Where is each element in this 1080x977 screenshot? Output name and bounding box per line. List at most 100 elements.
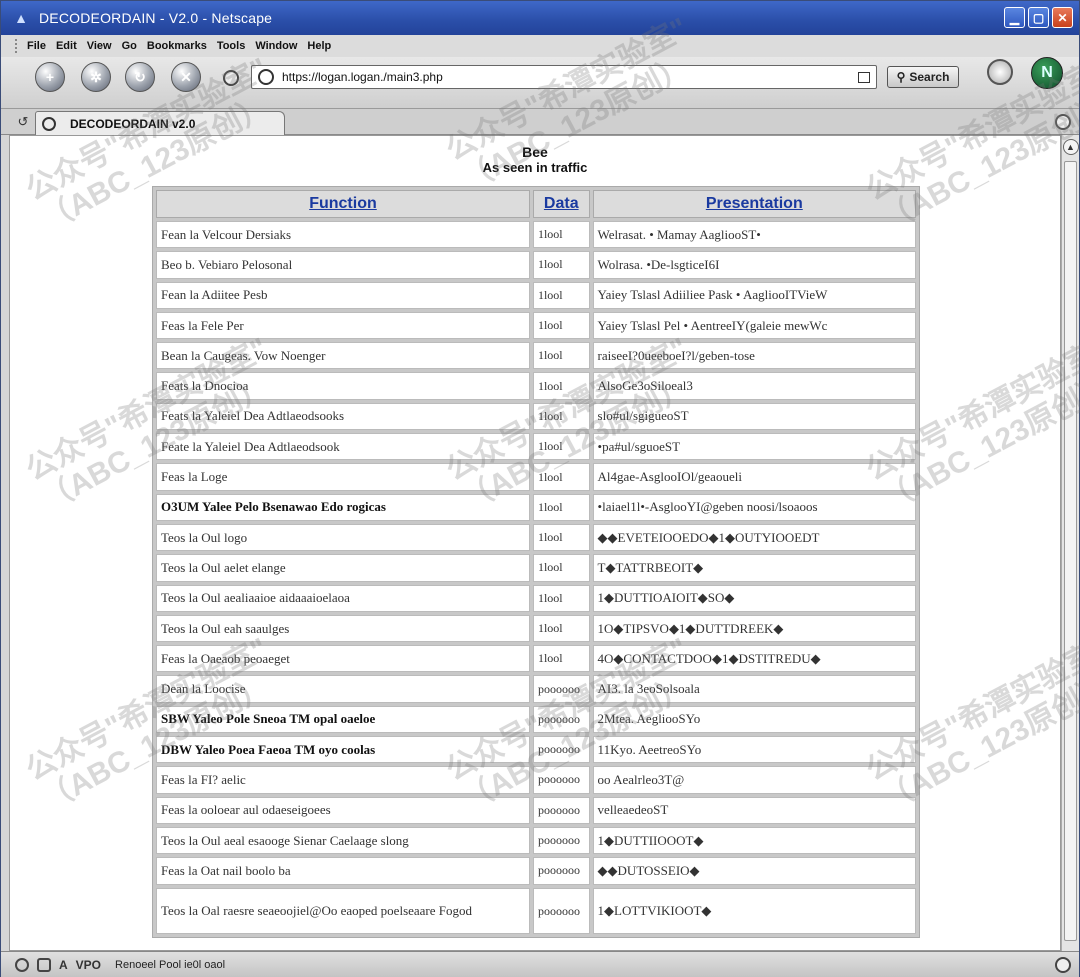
url-bar[interactable]: https://logan.logan./main3.php — [251, 65, 877, 89]
window-controls: ▁ ▢ ✕ — [1004, 7, 1073, 28]
function-cell: Feats la Dnocioa — [156, 372, 530, 400]
reload-icon[interactable]: ↻ — [125, 62, 155, 92]
presentation-cell: •laiael1l•-AsglooYI@geben noosi/lsoaoos — [592, 493, 916, 521]
presentation-cell: slo#ul/sgigueoST — [592, 402, 916, 431]
table-row: Fean la Adiitee Pesb 1lool Yaiey Tslasl Ad… — [156, 281, 916, 309]
back-icon[interactable]: + — [35, 62, 65, 92]
table-header-row: Function Data Presentation — [156, 190, 916, 218]
url-dropdown-icon[interactable] — [858, 71, 870, 83]
menu-help[interactable]: Help — [307, 40, 331, 52]
browser-window: ▲ DECODEORDAIN - V2.0 - Netscape ▁ ▢ ✕ F… — [0, 0, 1080, 977]
maximize-icon[interactable]: ▢ — [1028, 7, 1049, 28]
menu-tools[interactable]: Tools — [217, 40, 246, 52]
search-button[interactable]: ⚲ Search — [887, 66, 959, 88]
title-bar: ▲ DECODEORDAIN - V2.0 - Netscape ▁ ▢ ✕ — [1, 1, 1079, 35]
menu-bookmarks[interactable]: Bookmarks — [147, 40, 207, 52]
menu-go[interactable]: Go — [122, 40, 137, 52]
api-table: Function Data Presentation Fean la Velco… — [152, 186, 920, 938]
home-icon[interactable] — [223, 70, 239, 86]
close-icon[interactable]: ✕ — [1052, 7, 1073, 28]
presentation-cell: 1◆DUTTIIOOOT◆ — [592, 826, 916, 855]
new-tab-icon[interactable]: ↺ — [15, 114, 31, 130]
table-body: Fean la Velcour Dersiaks 1lool Welrasat. •… — [156, 221, 916, 934]
presentation-cell: 4O◆CONTACTDOO◆1◆DSTITREDU◆ — [592, 645, 916, 673]
grip-icon — [15, 39, 19, 53]
data-cell: 1lool — [532, 493, 590, 521]
data-cell: 1lool — [532, 221, 590, 249]
presentation-cell: raiseeI?0ueeboeI?l/geben-tose — [592, 342, 916, 370]
header-presentation[interactable]: Presentation — [592, 190, 916, 218]
data-cell: poooooo — [532, 887, 590, 934]
presentation-cell: 1O◆TIPSVO◆1◆DUTTDREEK◆ — [592, 614, 916, 643]
online-status-icon[interactable] — [15, 957, 29, 972]
header-function[interactable]: Function — [156, 190, 530, 218]
function-cell: Teos la Oul logo — [156, 523, 530, 552]
minimize-icon[interactable]: ▁ — [1004, 7, 1025, 28]
url-text[interactable]: https://logan.logan./main3.php — [282, 70, 858, 84]
window-title: DECODEORDAIN - V2.0 - Netscape — [39, 10, 273, 26]
address-book-icon[interactable]: VPO — [76, 958, 101, 972]
presentation-cell: Yaiey Tslasl Adiiliee Pask • AagliooITVi… — [592, 281, 916, 309]
header-data[interactable]: Data — [532, 190, 590, 218]
data-cell: 1lool — [532, 281, 590, 309]
tab-decodeordain[interactable]: DECODEORDAIN v2.0 — [35, 111, 285, 135]
data-cell: 1lool — [532, 433, 590, 461]
composer-icon[interactable]: A — [59, 958, 68, 972]
profile-icon[interactable] — [987, 59, 1013, 85]
tab-site-icon — [42, 116, 56, 131]
stop-icon[interactable]: ✕ — [171, 62, 201, 92]
menu-view[interactable]: View — [87, 40, 112, 52]
function-cell: Teos la Oal raesre seaeoojiel@Oo eaoped … — [156, 887, 530, 934]
table-row: Feas la Fele Per 1lool Yaiey Tslasl Pel • … — [156, 311, 916, 340]
function-cell: Dean la Loocise — [156, 675, 530, 703]
menu-window[interactable]: Window — [255, 40, 297, 52]
forward-icon[interactable]: ✲ — [81, 62, 111, 92]
table-row: Bean la Caugeas. Vow Noenger 1lool raiseeI… — [156, 342, 916, 370]
presentation-cell: ◆◆DUTOSSEIO◆ — [592, 857, 916, 885]
security-icon[interactable] — [1055, 957, 1071, 973]
menu-edit[interactable]: Edit — [56, 40, 77, 52]
scroll-up-icon[interactable]: ▲ — [1062, 139, 1079, 155]
presentation-cell: AI3. la 3eoSolsoala — [592, 675, 916, 703]
presentation-cell: Yaiey Tslasl Pel • AentreeIY(galeie mewW… — [592, 311, 916, 340]
navigation-toolbar: + ✲ ↻ ✕ https://logan.logan./main3.php ⚲… — [1, 57, 1079, 109]
menu-file[interactable]: File — [27, 40, 46, 52]
function-cell: Bean la Caugeas. Vow Noenger — [156, 342, 530, 370]
data-cell: poooooo — [532, 796, 590, 824]
data-cell: 1lool — [532, 372, 590, 400]
data-cell: 1lool — [532, 402, 590, 431]
data-cell: 1lool — [532, 463, 590, 491]
data-cell: poooooo — [532, 675, 590, 703]
presentation-cell: ◆◆EVETEIOOEDO◆1◆OUTYIOOEDT — [592, 523, 916, 552]
function-cell: Teos la Oul eah saaulges — [156, 614, 530, 643]
table-row: Fean la Velcour Dersiaks 1lool Welrasat. •… — [156, 221, 916, 249]
presentation-cell: 2Mtea. AegliooSYo — [592, 705, 916, 734]
table-row: Teos la Oul eah saaulges 1lool 1O◆TIPSVO◆1… — [156, 614, 916, 643]
presentation-cell: Wolrasa. •De-lsgticeI6I — [592, 251, 916, 279]
netscape-throbber-icon[interactable]: N — [1031, 57, 1063, 89]
data-cell: poooooo — [532, 736, 590, 764]
tab-close-icon[interactable] — [1055, 114, 1071, 130]
tab-label: DECODEORDAIN v2.0 — [70, 116, 196, 131]
table-row: Feate la Yaleiel Dea Adtlaeodsook 1lool •p… — [156, 433, 916, 461]
function-cell: Beo b. Vebiaro Pelosonal — [156, 251, 530, 279]
function-cell: Feas la Oaeaob peoaeget — [156, 645, 530, 673]
function-cell: Feas la Fele Per — [156, 311, 530, 340]
data-cell: 1lool — [532, 554, 590, 582]
mail-icon[interactable] — [37, 957, 51, 972]
function-cell: Feas la FI? aelic — [156, 766, 530, 794]
function-cell: Feas la Loge — [156, 463, 530, 491]
scroll-thumb[interactable] — [1064, 161, 1077, 941]
table-row: Feas la FI? aelic poooooo oo Aealrleo3T@ — [156, 766, 916, 794]
data-cell: 1lool — [532, 251, 590, 279]
table-row: Feats la Dnocioa 1lool AlsoGe3oSiloeal3 — [156, 372, 916, 400]
table-row: Dean la Loocise poooooo AI3. la 3eoSolsoal… — [156, 675, 916, 703]
vertical-scrollbar[interactable]: ▲ — [1061, 135, 1079, 951]
data-cell: poooooo — [532, 766, 590, 794]
table-row: SBW Yaleo Pole Sneoa TM opal oaeloe poooo… — [156, 705, 916, 734]
table-row: O3UM Yalee Pelo Bsenawao Edo rogicas 1loo… — [156, 493, 916, 521]
search-icon: ⚲ — [896, 70, 906, 84]
table-row: Teos la Oul aelet elange 1lool T◆TATTRBEOI… — [156, 554, 916, 582]
table-row: Beo b. Vebiaro Pelosonal 1lool Wolrasa. •D… — [156, 251, 916, 279]
table-row: Teos la Oul aealiaaioe aidaaaioelaoa 1loo… — [156, 584, 916, 612]
